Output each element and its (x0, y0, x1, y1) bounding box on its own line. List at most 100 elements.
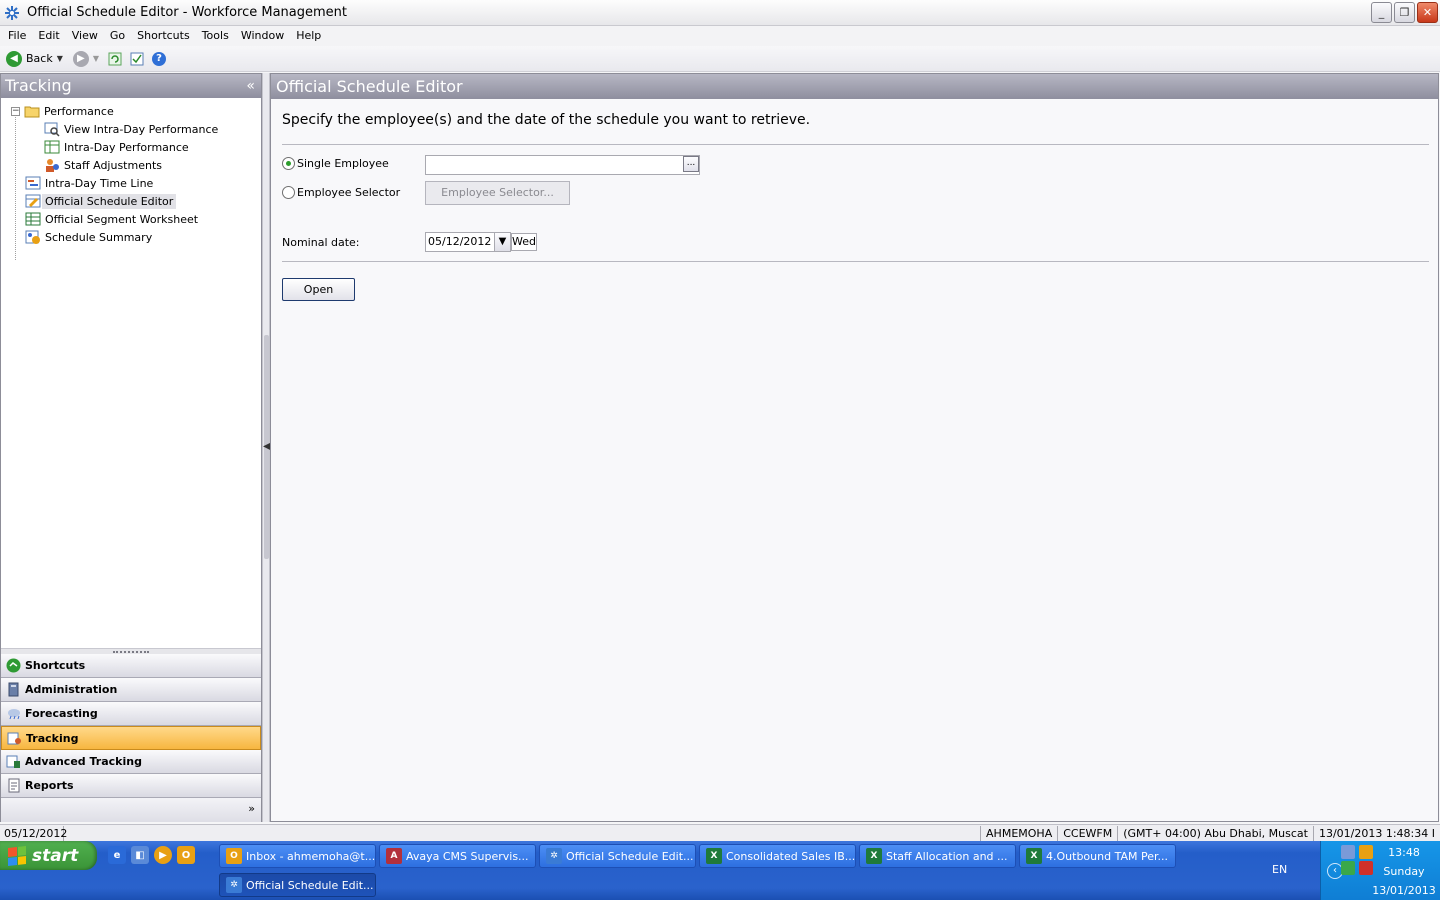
outlook-icon[interactable]: O (177, 846, 195, 864)
desktop-icon[interactable]: ◧ (131, 846, 149, 864)
single-employee-input[interactable] (425, 155, 700, 175)
tree-label: Intra-Day Performance (64, 140, 189, 154)
vertical-splitter[interactable]: ◀ (262, 73, 271, 822)
nav-shortcuts[interactable]: Shortcuts (1, 654, 261, 678)
taskbar-button-schedule-editor-active[interactable]: ✲ Official Schedule Edit... (219, 873, 376, 897)
staff-adjust-icon (44, 157, 60, 173)
taskbar-button-outbound-tam[interactable]: X 4.Outbound TAM Per... (1019, 844, 1176, 868)
menu-edit[interactable]: Edit (32, 26, 65, 46)
toolbar: ◀ Back ▼ ▶ ▼ ? (0, 46, 1440, 72)
taskbar-button-label: 4.Outbound TAM Per... (1046, 849, 1168, 863)
nav-forecasting[interactable]: Forecasting (1, 702, 261, 726)
main-title: Official Schedule Editor (276, 77, 463, 96)
divider (282, 144, 1429, 145)
help-icon: ? (152, 51, 167, 66)
nominal-date-picker[interactable]: 05/12/2012 ▼ (425, 232, 511, 252)
tracking-icon (6, 730, 22, 746)
taskbar-button-schedule-editor[interactable]: ✲ Official Schedule Edit... (539, 844, 696, 868)
excel-icon: X (866, 848, 882, 864)
single-employee-option[interactable]: Single Employee (282, 157, 389, 170)
nav-reports[interactable]: Reports (1, 774, 261, 798)
browse-employee-button[interactable]: ... (683, 156, 699, 172)
taskbar-button-label: Consolidated Sales IB... (726, 849, 856, 863)
collapse-toggle-icon[interactable]: − (11, 106, 20, 116)
employee-selector-button[interactable]: Employee Selector... (425, 181, 570, 205)
worksheet-icon (25, 211, 41, 227)
taskbar-button-label: Official Schedule Edit... (566, 849, 694, 863)
forecasting-icon (5, 706, 21, 722)
avaya-icon: A (386, 848, 402, 864)
tree-item-intra-day-performance[interactable]: Intra-Day Performance (1, 138, 261, 156)
tree-item-performance[interactable]: − Performance (1, 102, 261, 120)
menu-view[interactable]: View (66, 26, 104, 46)
title-bar: Official Schedule Editor - Workforce Man… (0, 0, 1440, 26)
close-button[interactable]: ✕ (1417, 2, 1438, 23)
back-button[interactable]: ◀ Back ▼ (3, 48, 66, 70)
system-tray: ‹ 13:48 Sunday 13/01/2013 (1320, 841, 1440, 900)
minimize-button[interactable]: _ (1371, 2, 1392, 23)
window-controls: _ ❐ ✕ (1371, 2, 1438, 23)
status-timestamp: 13/01/2013 1:48:34 I (1312, 826, 1440, 841)
menu-shortcuts[interactable]: Shortcuts (131, 26, 196, 46)
advanced-tracking-icon (5, 754, 21, 770)
tree-item-official-segment-worksheet[interactable]: Official Segment Worksheet (1, 210, 261, 228)
restore-button[interactable]: ❐ (1394, 2, 1415, 23)
wfm-icon: ✲ (226, 877, 242, 893)
more-buttons-icon[interactable]: » (248, 802, 255, 815)
nav-advanced-tracking[interactable]: Advanced Tracking (1, 750, 261, 774)
clock-day: Sunday (1383, 865, 1425, 878)
taskbar: start e ◧ ▶ O O Inbox - ahmemoha@t... A … (0, 841, 1440, 900)
tasks-button[interactable] (128, 50, 146, 68)
single-employee-radio[interactable] (282, 157, 295, 170)
nav-label: Administration (25, 683, 118, 696)
nav-tracking[interactable]: Tracking (1, 726, 261, 750)
employee-selector-option[interactable]: Employee Selector (282, 186, 400, 199)
menu-help[interactable]: Help (290, 26, 327, 46)
date-dropdown-icon[interactable]: ▼ (494, 233, 510, 251)
language-indicator[interactable]: EN (1272, 863, 1287, 876)
forward-button[interactable]: ▶ ▼ (70, 48, 102, 70)
nav-administration[interactable]: Administration (1, 678, 261, 702)
menu-window[interactable]: Window (235, 26, 290, 46)
status-date: 05/12/2012 (0, 825, 67, 841)
network-icon[interactable] (1341, 845, 1355, 859)
performance-grid-icon (44, 139, 60, 155)
employee-selector-label: Employee Selector (297, 186, 401, 199)
employee-selector-radio[interactable] (282, 186, 295, 199)
menu-tools[interactable]: Tools (196, 26, 235, 46)
open-button[interactable]: Open (282, 278, 355, 301)
tree-item-staff-adjustments[interactable]: Staff Adjustments (1, 156, 261, 174)
taskbar-button-inbox[interactable]: O Inbox - ahmemoha@t... (219, 844, 376, 868)
taskbar-button-consolidated-sales[interactable]: X Consolidated Sales IB... (699, 844, 856, 868)
collapse-panel-button[interactable]: « (246, 74, 255, 98)
media-player-icon[interactable]: ▶ (154, 846, 172, 864)
clock[interactable]: 13:48 Sunday 13/01/2013 (1369, 843, 1439, 900)
back-dropdown-icon[interactable]: ▼ (57, 54, 63, 63)
status-timezone: (GMT+ 04:00) Abu Dhabi, Muscat (1117, 826, 1313, 841)
forward-dropdown-icon[interactable]: ▼ (93, 54, 99, 63)
tree-label: Official Segment Worksheet (45, 212, 199, 226)
app-icon (3, 4, 21, 22)
internet-explorer-icon[interactable]: e (108, 846, 126, 864)
tree-item-intra-day-time-line[interactable]: Intra-Day Time Line (1, 174, 261, 192)
clock-time: 13:48 (1388, 846, 1420, 859)
tree-label: Staff Adjustments (64, 158, 162, 172)
panel-title: Tracking (5, 76, 72, 95)
start-button[interactable]: start (0, 841, 97, 870)
taskbar-button-staff-allocation[interactable]: X Staff Allocation and ... (859, 844, 1016, 868)
refresh-button[interactable] (106, 50, 124, 68)
tree-item-schedule-summary[interactable]: Schedule Summary (1, 228, 261, 246)
menu-go[interactable]: Go (104, 26, 131, 46)
start-label: start (32, 845, 79, 866)
help-button[interactable]: ? (150, 50, 168, 68)
tree-item-view-intra-day-performance[interactable]: View Intra-Day Performance (1, 120, 261, 138)
shortcuts-icon (5, 658, 21, 674)
wfm-icon: ✲ (546, 848, 562, 864)
nominal-date-value: 05/12/2012 (428, 235, 492, 248)
main-header: Official Schedule Editor (271, 74, 1438, 99)
taskbar-button-avaya[interactable]: A Avaya CMS Supervis... (379, 844, 536, 868)
tree-item-official-schedule-editor[interactable]: Official Schedule Editor (1, 192, 261, 210)
menu-file[interactable]: File (2, 26, 32, 46)
security-icon[interactable] (1341, 861, 1355, 875)
tree-label: Official Schedule Editor (42, 193, 177, 209)
